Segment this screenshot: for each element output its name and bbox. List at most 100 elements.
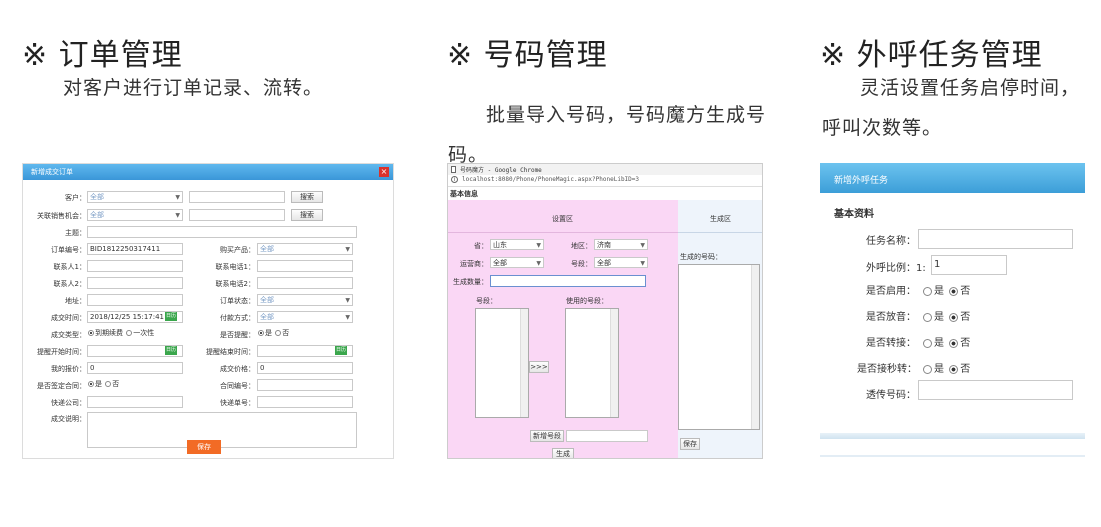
enable-yes: 是 — [934, 286, 944, 297]
radio-icon[interactable] — [949, 364, 959, 374]
contact1-input[interactable] — [87, 260, 183, 272]
calendar-icon[interactable]: 日历 — [335, 346, 347, 355]
seconds-radios[interactable]: 是 否 — [921, 360, 970, 375]
search-button-2[interactable]: 搜索 — [291, 209, 323, 221]
phone2-label: 联系电话2： — [215, 280, 255, 288]
customer-search-input[interactable] — [189, 191, 285, 203]
add-segment-input[interactable] — [566, 430, 648, 442]
express-input[interactable] — [87, 396, 183, 408]
remind-start-label: 提醒开始时间： — [37, 348, 86, 356]
express-no-input[interactable] — [257, 396, 353, 408]
phone2-input[interactable] — [257, 277, 353, 289]
city-select[interactable]: 济南 ▼ — [594, 239, 648, 250]
save-button[interactable]: 保存 — [680, 438, 700, 450]
address-bar[interactable]: i localhost:8080/Phone/PhoneMagic.aspx?P… — [448, 175, 762, 187]
save-button[interactable]: 保存 — [187, 440, 221, 454]
scrollbar[interactable] — [751, 265, 759, 429]
transfer-radios[interactable]: 是 否 — [921, 334, 970, 349]
carrier-value: 全部 — [493, 259, 507, 267]
enable-label: 是否启用： — [866, 286, 916, 297]
contract-no-input[interactable] — [257, 379, 353, 391]
radio-icon[interactable] — [126, 330, 133, 336]
transfer-no: 否 — [960, 338, 971, 349]
scrollbar[interactable] — [610, 309, 618, 417]
enable-radios[interactable]: 是 否 — [921, 282, 970, 297]
phone1-label: 联系电话1： — [215, 263, 255, 271]
chevron-down-icon: ▼ — [536, 260, 541, 267]
customer-select[interactable]: 全部 ▼ — [87, 191, 183, 203]
express-no-label: 快递单号： — [220, 399, 255, 407]
status-value: 全部 — [260, 296, 274, 304]
divider — [820, 455, 1085, 457]
segment-list-label: 号段： — [476, 297, 497, 305]
product-select[interactable]: 全部 ▼ — [257, 243, 353, 255]
generated-label: 生成的号码： — [680, 253, 722, 261]
pay-value: 全部 — [260, 313, 274, 321]
move-right-button[interactable]: >>> — [529, 361, 549, 373]
radio-icon[interactable] — [949, 338, 959, 348]
recording-radios[interactable]: 是 否 — [921, 308, 970, 323]
remind-no: 否 — [282, 329, 290, 337]
phone1-input[interactable] — [257, 260, 353, 272]
calendar-icon[interactable]: 日历 — [165, 312, 177, 321]
recording-label: 是否放音： — [866, 312, 916, 323]
close-icon[interactable]: × — [379, 167, 389, 177]
radio-icon[interactable] — [923, 312, 932, 322]
radio-icon[interactable] — [88, 381, 94, 387]
radio-icon[interactable] — [923, 364, 932, 374]
generated-listbox[interactable] — [678, 264, 760, 430]
contract-radios[interactable]: 是 否 — [87, 379, 119, 389]
deal-time-label: 成交时间： — [51, 314, 86, 322]
dialog-title: 新增成交订单 — [31, 168, 73, 176]
address-input[interactable] — [87, 294, 183, 306]
search-button-1[interactable]: 搜索 — [291, 191, 323, 203]
dialog-titlebar: 新增成交订单 × — [23, 164, 393, 180]
status-select[interactable]: 全部 ▼ — [257, 294, 353, 306]
task-name-input[interactable] — [918, 229, 1073, 249]
radio-icon[interactable] — [105, 381, 112, 387]
segment-select[interactable]: 全部 ▼ — [594, 257, 648, 268]
segment-listbox[interactable] — [475, 308, 529, 418]
count-input[interactable] — [490, 275, 646, 287]
contact2-input[interactable] — [87, 277, 183, 289]
quote-input[interactable]: 0 — [87, 362, 183, 374]
radio-icon[interactable] — [923, 286, 932, 296]
pay-label: 付款方式： — [220, 314, 255, 322]
ratio-input[interactable]: 1 — [931, 255, 1007, 275]
used-segment-listbox[interactable] — [565, 308, 619, 418]
calendar-icon[interactable]: 日历 — [165, 346, 177, 355]
transfer-label: 是否转接： — [866, 338, 916, 349]
remind-radios[interactable]: 是 否 — [257, 328, 289, 338]
deal-price-input[interactable]: 0 — [257, 362, 353, 374]
deal-type-radios[interactable]: 到期续费 一次性 — [87, 328, 154, 338]
section-title: 基本信息 — [450, 190, 478, 198]
pay-select[interactable]: 全部 ▼ — [257, 311, 353, 323]
relay-input[interactable] — [918, 380, 1073, 400]
chevron-down-icon: ▼ — [175, 212, 180, 219]
province-select[interactable]: 山东 ▼ — [490, 239, 544, 250]
radio-icon[interactable] — [949, 312, 959, 322]
relay-label: 透传号码： — [866, 390, 916, 401]
order-no-input[interactable]: BID1812250317411 — [87, 243, 183, 255]
scrollbar[interactable] — [520, 309, 528, 417]
task-name-label: 任务名称： — [866, 236, 916, 247]
segment-value: 全部 — [597, 259, 611, 267]
radio-icon[interactable] — [923, 338, 932, 348]
status-label: 订单状态： — [220, 297, 255, 305]
recording-no: 否 — [960, 312, 971, 323]
opportunity-search-input[interactable] — [189, 209, 285, 221]
express-label: 快递公司： — [51, 399, 86, 407]
radio-icon[interactable] — [949, 286, 959, 296]
add-segment-button[interactable]: 新增号段 — [530, 430, 564, 442]
radio-icon[interactable] — [275, 330, 282, 336]
carrier-select[interactable]: 全部 ▼ — [490, 257, 544, 268]
generate-button[interactable]: 生成 — [552, 448, 574, 458]
info-icon: i — [451, 176, 458, 183]
remind-end-label: 提醒结束时间： — [206, 348, 255, 356]
subject-input[interactable] — [87, 226, 357, 238]
remark-textarea[interactable] — [87, 412, 357, 448]
radio-icon[interactable] — [88, 330, 94, 336]
radio-icon[interactable] — [258, 330, 264, 336]
opportunity-select[interactable]: 全部 ▼ — [87, 209, 183, 221]
city-value: 济南 — [597, 241, 611, 249]
